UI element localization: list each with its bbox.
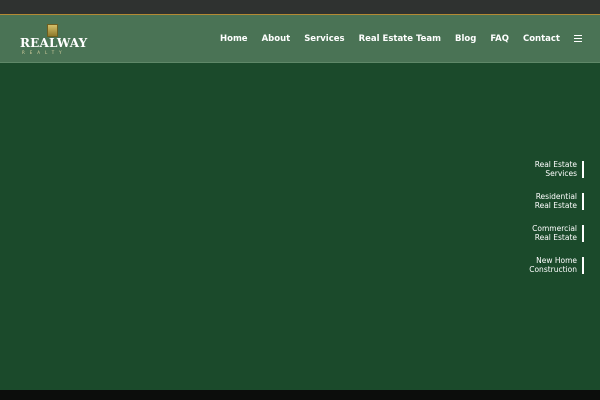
nav-about[interactable]: About (262, 34, 291, 44)
side-link-residential-real-estate[interactable]: Residential Real Estate (534, 192, 584, 210)
menu-line (574, 37, 582, 40)
side-link-line: Real Estate (534, 200, 577, 210)
brand-tagline: REALTY (22, 50, 67, 55)
main-nav: Home About Services Real Estate Team Blo… (206, 15, 582, 62)
hamburger-menu-icon[interactable] (574, 35, 582, 42)
nav-services[interactable]: Services (304, 34, 344, 44)
top-bar (0, 0, 600, 15)
side-link-new-home-construction[interactable]: New Home Construction (529, 256, 584, 274)
brand-name: REALWAY (20, 36, 88, 50)
side-link-commercial-real-estate[interactable]: Commercial Real Estate (532, 224, 584, 242)
side-link-line: Construction (529, 264, 577, 274)
nav-blog[interactable]: Blog (455, 34, 476, 44)
nav-contact[interactable]: Contact (523, 34, 560, 44)
side-link-line: Real Estate (534, 232, 577, 242)
side-link-line: Services (545, 168, 577, 178)
side-nav: Real Estate Services Residential Real Es… (529, 160, 584, 289)
nav-real-estate-team[interactable]: Real Estate Team (359, 34, 441, 44)
menu-line (574, 35, 582, 37)
nav-faq[interactable]: FAQ (490, 34, 509, 44)
menu-line (574, 40, 582, 42)
nav-home[interactable]: Home (220, 34, 248, 44)
side-link-real-estate-services[interactable]: Real Estate Services (535, 160, 584, 178)
bottom-bar (0, 390, 600, 400)
site-logo[interactable]: REALWAY REALTY (20, 24, 88, 56)
site-header: REALWAY REALTY Home About Services Real … (0, 15, 600, 63)
